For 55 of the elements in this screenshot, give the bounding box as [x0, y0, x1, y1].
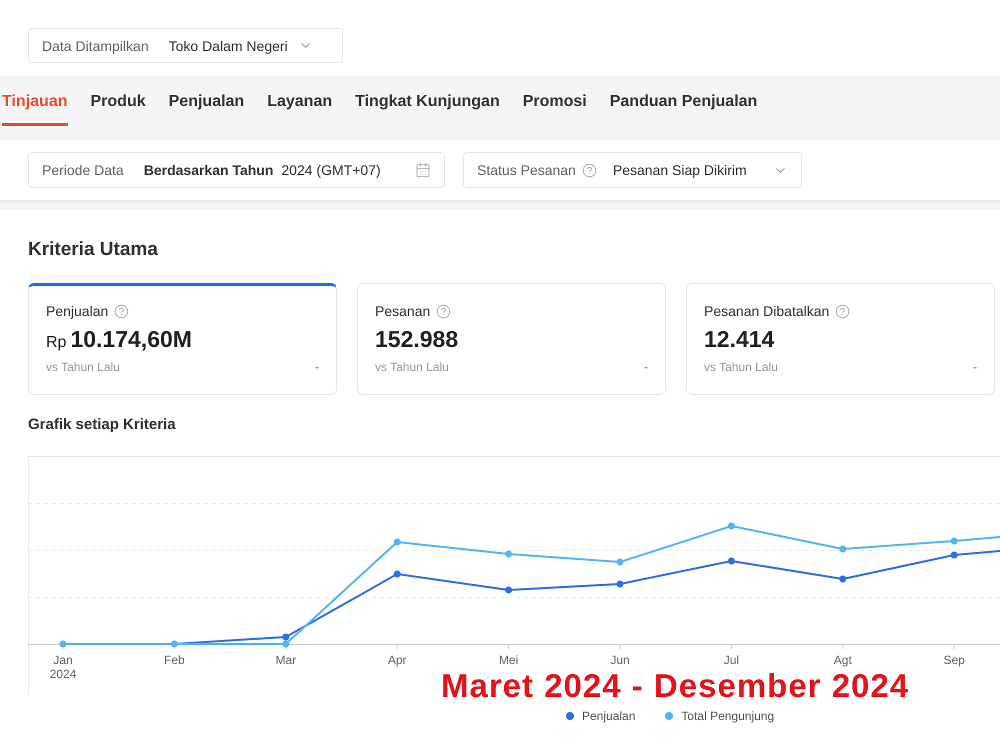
tab[interactable]: Panduan Penjualan — [610, 76, 758, 126]
axis-label: Agt — [834, 653, 852, 667]
metric-label: Penjualan — [46, 303, 108, 319]
tab[interactable]: Layanan — [267, 76, 332, 126]
change-value: - — [315, 360, 319, 374]
data-point — [60, 640, 66, 648]
data-point — [394, 570, 401, 578]
change-value: - — [973, 360, 977, 374]
axis-label: Jun — [610, 653, 630, 667]
tab[interactable]: Produk — [90, 76, 146, 126]
data-point — [950, 538, 958, 544]
axis-label: Sep — [944, 653, 965, 667]
comparison-label: vs Tahun Lalu — [46, 360, 120, 374]
axis-label: Mar — [275, 653, 296, 667]
chart-title: Grafik setiap Kriteria — [28, 415, 176, 435]
data-point — [616, 558, 624, 566]
legend-item[interactable]: Total Pengunjung — [665, 709, 774, 723]
data-point — [728, 558, 735, 564]
comparison-label: vs Tahun Lalu — [375, 360, 449, 374]
date-range-annotation: Maret 2024 - Desember 2024 — [441, 668, 910, 704]
data-point — [394, 538, 401, 546]
data-point — [505, 550, 512, 558]
data-point — [616, 580, 624, 588]
metric-label: Pesanan — [375, 303, 430, 319]
metric-value: 152.988 — [375, 325, 458, 353]
metric-label: Pesanan Dibatalkan — [704, 303, 830, 319]
metric-value: 10.174,60M — [70, 325, 192, 353]
legend-item[interactable]: Penjualan — [566, 709, 636, 723]
axis-label: Feb — [164, 653, 185, 667]
axis-label: Jan — [53, 653, 73, 667]
comparison-label: vs Tahun Lalu — [704, 360, 778, 374]
axis-label: Jul — [724, 653, 740, 667]
metric-value: 12.414 — [704, 325, 774, 353]
data-point — [728, 522, 735, 530]
data-point — [950, 552, 958, 558]
status-select[interactable]: Status Pesanan Pesanan Siap Dikirim — [463, 152, 802, 188]
data-point — [839, 576, 846, 582]
calendar-icon — [415, 162, 431, 178]
currency-symbol: Rp — [46, 334, 66, 352]
metric-card[interactable]: Pesanan Dibatalkan 12.414 vs Tahun Lalu - — [686, 283, 995, 395]
metric-card[interactable]: Pesanan 152.988 vs Tahun Lalu - — [357, 283, 666, 395]
axis-label: Apr — [388, 653, 407, 667]
data-point — [505, 586, 512, 594]
change-value: - — [644, 360, 648, 374]
period-field[interactable]: Periode Data Berdasarkan Tahun 2024 (GMT+07) — [28, 152, 445, 188]
axis-label: Mei — [498, 653, 518, 667]
section-title: Kriteria Utama — [28, 238, 158, 262]
tab[interactable]: Penjualan — [168, 76, 244, 126]
data-point — [170, 640, 178, 648]
tab[interactable]: Tingkat Kunjungan — [355, 76, 500, 126]
axis-label: 2024 — [50, 667, 76, 681]
data-select[interactable]: Data Ditampilkan Toko Dalam Negeri — [28, 28, 343, 63]
tab[interactable]: Promosi — [522, 76, 587, 126]
metric-card[interactable]: Penjualan Rp 10.174,60M vs Tahun Lalu - — [28, 283, 337, 395]
data-point — [839, 546, 846, 552]
